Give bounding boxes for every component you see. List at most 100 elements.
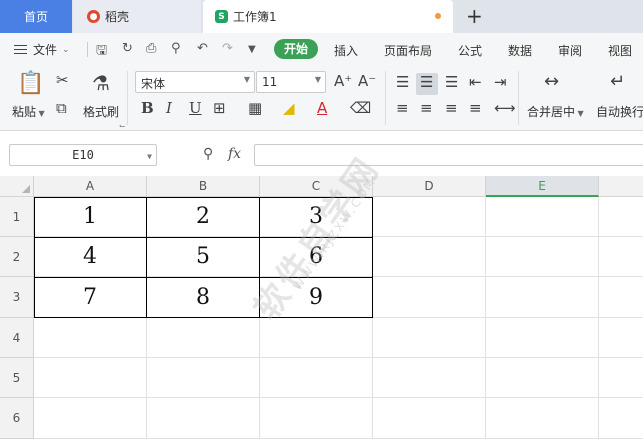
align-left-icon[interactable]: ≡ [396, 99, 409, 117]
align-center-icon[interactable]: ≡ [420, 99, 433, 117]
menu-page-layout[interactable]: 页面布局 [384, 42, 432, 59]
hamburger-icon [14, 42, 27, 57]
divider [385, 71, 386, 125]
clipboard-dialog-launcher-icon[interactable]: ⌙ [119, 121, 126, 130]
cut-icon[interactable]: ✂ [56, 71, 69, 89]
align-top-icon[interactable]: ☰ [396, 73, 409, 91]
justify-icon[interactable]: ≡ [469, 99, 482, 117]
menu-data[interactable]: 数据 [508, 42, 532, 59]
column-header-a[interactable]: A [34, 176, 147, 197]
name-box-value: E10 [72, 148, 94, 162]
underline-icon[interactable]: U [189, 99, 202, 117]
name-box[interactable]: E10 ▼ [9, 144, 157, 166]
tab-workbook-label: 工作簿1 [233, 10, 277, 24]
auto-wrap-button[interactable]: 自动换行 [596, 103, 643, 120]
chevron-down-icon: ⌄ [62, 44, 70, 55]
cell-a2[interactable]: 4 [34, 237, 146, 277]
font-name-value: 宋体 [141, 77, 166, 91]
clear-format-icon[interactable]: ⌫ [350, 99, 371, 117]
zoom-search-icon[interactable]: ⚲ [203, 146, 213, 162]
format-painter-button[interactable]: 格式刷 [83, 103, 119, 120]
column-header-f[interactable] [599, 176, 643, 197]
italic-icon[interactable]: I [166, 99, 172, 117]
divider [127, 71, 128, 125]
row-header-6[interactable]: 6 [0, 398, 34, 439]
fill-pattern-icon[interactable]: ▦ [248, 99, 262, 117]
tab-home[interactable]: 首页 [0, 0, 72, 33]
chevron-down-icon: ▼ [36, 109, 45, 118]
redo-icon[interactable]: ↷ [222, 41, 233, 56]
gridline [485, 197, 486, 439]
menu-start[interactable]: 开始 [274, 39, 318, 59]
print-preview-icon[interactable]: ⚲ [171, 41, 181, 56]
merge-center-button[interactable]: 合并居中 ▼ [527, 103, 584, 120]
spreadsheet-icon: S [215, 10, 228, 23]
column-header-d[interactable]: D [373, 176, 486, 197]
new-tab-button[interactable]: + [466, 4, 483, 28]
menu-review[interactable]: 审阅 [558, 42, 582, 59]
chevron-down-icon: ▼ [243, 75, 250, 84]
cell-a1[interactable]: 1 [34, 197, 146, 237]
align-right-icon[interactable]: ≡ [445, 99, 458, 117]
gridline [34, 357, 643, 358]
paste-button[interactable]: 粘贴 ▼ [12, 103, 45, 120]
row-header-5[interactable]: 5 [0, 358, 34, 398]
gridline [598, 197, 599, 439]
divider [87, 42, 88, 57]
ribbon-home: 📋 粘贴 ▼ ✂ ⧉ ⚗ 格式刷 宋体 ▼ 11 ▼ A⁺ A⁻ B I U ⊞… [0, 65, 643, 131]
borders-icon[interactable]: ⊞ [213, 99, 226, 117]
print-icon[interactable]: ⎙ [146, 41, 156, 56]
tab-docer[interactable]: ● 稻壳 [73, 0, 201, 33]
formula-bar: E10 ▼ ⚲ fx [0, 138, 643, 174]
merge-center-label: 合并居中 [527, 105, 576, 119]
fill-color-icon[interactable]: ◢ [283, 99, 295, 117]
cell-b1[interactable]: 2 [147, 197, 259, 237]
file-menu[interactable]: 文件 ⌄ [14, 41, 70, 58]
increase-font-icon[interactable]: A⁺ [334, 72, 352, 90]
menu-view[interactable]: 视图 [608, 42, 632, 59]
merge-center-icon[interactable]: ↔ [544, 71, 559, 92]
bold-icon[interactable]: B [141, 99, 154, 117]
file-menu-label: 文件 [33, 43, 58, 57]
paste-icon[interactable]: 📋 [17, 71, 44, 96]
row-header-4[interactable]: 4 [0, 318, 34, 358]
column-header-b[interactable]: B [147, 176, 260, 197]
copy-icon[interactable]: ⧉ [56, 99, 67, 117]
export-icon[interactable]: ↻ [122, 41, 133, 56]
row-header-1[interactable]: 1 [0, 197, 34, 237]
decrease-font-icon[interactable]: A⁻ [358, 72, 376, 90]
font-color-icon[interactable]: A [317, 99, 327, 117]
font-name-select[interactable]: 宋体 ▼ [135, 71, 255, 93]
row-header-2[interactable]: 2 [0, 237, 34, 277]
tab-home-label: 首页 [23, 10, 48, 24]
column-header-e[interactable]: E [486, 176, 599, 197]
tab-workbook[interactable]: S 工作簿1 [203, 0, 453, 33]
save-icon[interactable]: 🖫 [96, 41, 107, 63]
quick-access-dropdown-icon[interactable]: ▼ [248, 44, 256, 55]
title-tab-bar: 首页 ● 稻壳 S 工作簿1 + [0, 0, 643, 33]
menu-formulas[interactable]: 公式 [458, 42, 482, 59]
font-size-select[interactable]: 11 ▼ [256, 71, 326, 93]
formula-input[interactable] [254, 144, 643, 166]
insert-function-button[interactable]: fx [228, 146, 241, 162]
divider [518, 71, 519, 125]
tab-docer-label: 稻壳 [105, 10, 130, 24]
paste-label: 粘贴 [12, 105, 37, 119]
menu-bar: 文件 ⌄ 🖫 ↻ ⎙ ⚲ ↶ ↷ ▼ 开始 插入 页面布局 公式 数据 审阅 视… [0, 33, 643, 65]
cell-a3[interactable]: 7 [34, 277, 146, 318]
select-all-corner[interactable] [0, 176, 34, 197]
menu-insert[interactable]: 插入 [334, 42, 358, 59]
chevron-down-icon: ▼ [575, 109, 584, 118]
auto-wrap-icon[interactable]: ↵ [610, 71, 625, 92]
distributed-icon[interactable]: ⟷ [494, 99, 516, 117]
format-painter-icon[interactable]: ⚗ [92, 71, 110, 95]
align-bottom-icon[interactable]: ☰ [445, 73, 458, 91]
row-header-3[interactable]: 3 [0, 277, 34, 318]
undo-icon[interactable]: ↶ [197, 41, 208, 56]
increase-indent-icon[interactable]: ⇥ [494, 73, 507, 91]
unsaved-dot-icon [435, 13, 441, 19]
docer-logo-icon: ● [87, 10, 100, 23]
cell-b2[interactable]: 5 [147, 237, 259, 277]
decrease-indent-icon[interactable]: ⇤ [469, 73, 482, 91]
align-middle-icon[interactable]: ☰ [420, 73, 433, 91]
